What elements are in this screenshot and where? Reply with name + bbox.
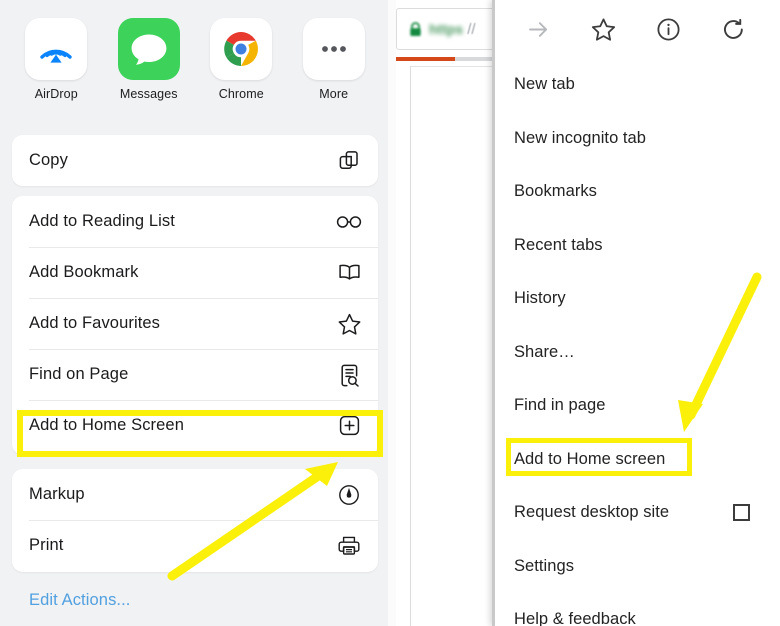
chrome-menu-item-label: Share… xyxy=(514,342,575,361)
chrome-icon xyxy=(210,18,273,80)
chrome-menu-item-recent-tabs[interactable]: Recent tabs xyxy=(492,219,780,273)
copy-documents-icon xyxy=(336,148,362,174)
ios-action-card-main: Add to Reading List Add Bookmark Add to … xyxy=(12,196,378,455)
plus-square-icon xyxy=(336,413,362,439)
ios-action-label: Print xyxy=(29,536,64,554)
share-target-messages[interactable]: Messages xyxy=(103,18,196,101)
markup-pen-icon xyxy=(336,482,362,508)
address-bar[interactable]: https // xyxy=(396,8,500,50)
share-target-chrome[interactable]: Chrome xyxy=(195,18,288,101)
chrome-menu-item-label: Add to Home screen xyxy=(514,449,666,468)
glasses-icon xyxy=(336,209,362,235)
chrome-menu-item-help-and-feedback[interactable]: Help & feedback xyxy=(492,593,780,626)
chrome-menu-item-label: Request desktop site xyxy=(514,503,670,522)
chrome-menu-top-toolbar xyxy=(492,0,780,58)
more-ellipsis-icon xyxy=(302,18,365,80)
ios-share-targets-row: AirDrop Messages Chrome More xyxy=(0,0,390,128)
chrome-menu-item-label: History xyxy=(514,289,566,308)
star-outline-icon xyxy=(336,311,362,337)
chrome-overflow-menu: New tab New incognito tab Bookmarks Rece… xyxy=(492,0,780,626)
chrome-menu-item-label: Settings xyxy=(514,556,575,575)
chrome-menu-item-new-incognito-tab[interactable]: New incognito tab xyxy=(492,112,780,166)
share-target-label: Messages xyxy=(119,87,178,101)
ios-action-add-to-favourites[interactable]: Add to Favourites xyxy=(12,298,378,349)
chrome-menu-item-history[interactable]: History xyxy=(492,272,780,326)
ios-action-label: Add to Favourites xyxy=(29,314,161,332)
chrome-menu-item-new-tab[interactable]: New tab xyxy=(492,58,780,112)
page-load-progress-track xyxy=(396,57,500,61)
chrome-menu-item-request-desktop-site[interactable]: Request desktop site xyxy=(492,486,780,540)
page-info-icon[interactable] xyxy=(636,6,701,52)
ios-action-print[interactable]: Print xyxy=(12,520,378,571)
ios-action-card-output: Markup Print xyxy=(12,469,378,572)
share-target-more[interactable]: More xyxy=(288,18,381,101)
chrome-menu-item-label: Find in page xyxy=(514,396,606,415)
share-target-label: More xyxy=(319,87,349,101)
page-load-progress-fill xyxy=(396,57,455,61)
reload-icon[interactable] xyxy=(701,6,766,52)
web-page-content-area xyxy=(410,66,500,626)
share-target-airdrop[interactable]: AirDrop xyxy=(10,18,103,101)
strip-left-edge xyxy=(388,0,396,626)
chrome-menu-item-add-to-home-screen[interactable]: Add to Home screen xyxy=(492,433,780,487)
chrome-menu-item-find-in-page[interactable]: Find in page xyxy=(492,379,780,433)
ios-action-card-copy: Copy xyxy=(12,135,378,186)
ios-action-markup[interactable]: Markup xyxy=(12,469,378,520)
ios-action-label: Markup xyxy=(29,485,85,503)
screenshot-root: AirDrop Messages Chrome More Copy Add to… xyxy=(0,0,780,626)
airdrop-icon xyxy=(25,18,88,80)
address-bar-url: https xyxy=(429,21,464,37)
green-padlock-icon xyxy=(410,21,421,36)
chrome-menu-item-list: New tab New incognito tab Bookmarks Rece… xyxy=(492,58,780,626)
ios-action-find-on-page[interactable]: Find on Page xyxy=(12,349,378,400)
chrome-menu-item-label: Recent tabs xyxy=(514,235,603,254)
share-target-label: AirDrop xyxy=(34,87,78,101)
chrome-menu-item-label: New incognito tab xyxy=(514,128,647,147)
ios-action-add-to-home-screen[interactable]: Add to Home Screen xyxy=(12,400,378,451)
ios-action-add-bookmark[interactable]: Add Bookmark xyxy=(12,247,378,298)
ios-action-label: Find on Page xyxy=(29,365,129,383)
chrome-menu-item-label: Help & feedback xyxy=(514,610,636,626)
chrome-menu-item-bookmarks[interactable]: Bookmarks xyxy=(492,165,780,219)
ios-edit-actions-link[interactable]: Edit Actions... xyxy=(29,591,130,610)
request-desktop-site-checkbox[interactable] xyxy=(733,504,750,522)
bookmark-star-icon[interactable] xyxy=(571,6,636,52)
ios-action-add-to-reading-list[interactable]: Add to Reading List xyxy=(12,196,378,247)
chrome-menu-item-settings[interactable]: Settings xyxy=(492,540,780,594)
page-search-icon xyxy=(336,362,362,388)
address-bar-url-suffix: // xyxy=(467,20,476,38)
chrome-menu-item-label: Bookmarks xyxy=(514,182,597,201)
printer-icon xyxy=(336,533,362,559)
chrome-menu-item-label: New tab xyxy=(514,75,575,94)
ios-share-sheet-panel: AirDrop Messages Chrome More Copy Add to… xyxy=(0,0,390,626)
ios-action-label: Copy xyxy=(29,151,68,169)
messages-icon xyxy=(117,18,180,80)
ios-action-label: Add to Home Screen xyxy=(29,416,184,434)
open-book-icon xyxy=(336,260,362,286)
forward-arrow-icon[interactable] xyxy=(506,6,571,52)
chrome-menu-item-share[interactable]: Share… xyxy=(492,326,780,380)
share-target-label: Chrome xyxy=(218,87,264,101)
ios-action-label: Add to Reading List xyxy=(29,212,175,230)
ios-action-copy[interactable]: Copy xyxy=(12,135,378,186)
browser-background-strip: https // xyxy=(388,0,500,626)
ios-action-label: Add Bookmark xyxy=(29,263,139,281)
